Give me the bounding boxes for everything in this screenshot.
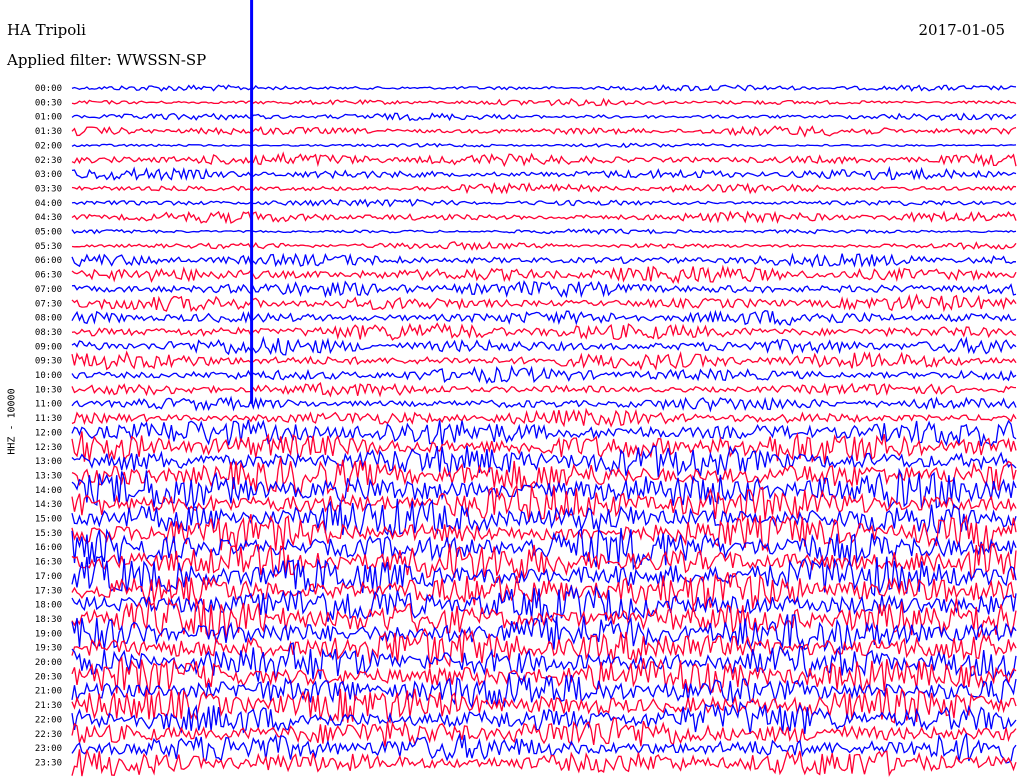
row-tick-label: 07:30 xyxy=(35,299,62,309)
row-tick-label: 08:30 xyxy=(35,328,62,338)
trace-row-2230 xyxy=(71,717,1017,747)
trace-row-1600 xyxy=(71,527,1017,571)
trace-row-0930 xyxy=(71,350,1017,371)
row-tick-label: 21:30 xyxy=(35,701,62,711)
trace-row-0400 xyxy=(71,198,1017,208)
trace-row-1900 xyxy=(71,614,1017,653)
trace-row-1430 xyxy=(71,483,1017,523)
trace-row-0130 xyxy=(71,125,1017,138)
trace-group xyxy=(71,84,1017,777)
trace-row-0900 xyxy=(71,335,1017,356)
row-tick-label: 20:30 xyxy=(35,672,62,682)
row-tick-label: 02:30 xyxy=(35,156,62,166)
row-tick-label: 12:30 xyxy=(35,443,62,453)
row-tick-label: 17:00 xyxy=(35,572,62,582)
trace-row-0430 xyxy=(71,210,1017,225)
trace-row-0700 xyxy=(71,279,1017,299)
row-tick-label: 11:30 xyxy=(35,414,62,424)
row-tick-label: 13:00 xyxy=(35,457,62,467)
row-tick-label: 21:00 xyxy=(35,687,62,697)
trace-row-2330 xyxy=(71,749,1017,777)
row-tick-label: 00:00 xyxy=(35,84,62,94)
row-tick-label: 10:00 xyxy=(35,371,62,381)
trace-row-1000 xyxy=(71,364,1017,385)
row-tick-label: 05:30 xyxy=(35,242,62,252)
row-tick-label: 12:00 xyxy=(35,428,62,438)
trace-row-1400 xyxy=(71,467,1017,511)
row-tick-label: 08:00 xyxy=(35,314,62,324)
row-tick-label: 00:30 xyxy=(35,98,62,108)
trace-row-0000 xyxy=(71,84,1017,92)
row-tick-label: 01:00 xyxy=(35,113,62,123)
row-tick-label: 03:30 xyxy=(35,184,62,194)
row-tick-label: 04:30 xyxy=(35,213,62,223)
trace-row-0630 xyxy=(71,264,1017,285)
row-tick-label: 19:00 xyxy=(35,629,62,639)
row-tick-label: 15:00 xyxy=(35,515,62,525)
row-tick-label: 13:30 xyxy=(35,471,62,481)
row-tick-label: 22:00 xyxy=(35,715,62,725)
row-tick-label: 15:30 xyxy=(35,529,62,539)
row-tick-label: 07:00 xyxy=(35,285,62,295)
row-tick-label: 04:00 xyxy=(35,199,62,209)
row-tick-label: 09:00 xyxy=(35,342,62,352)
row-tick-label: 18:30 xyxy=(35,615,62,625)
row-tick-label: 06:30 xyxy=(35,271,62,281)
trace-row-1700 xyxy=(71,554,1017,597)
trace-row-1030 xyxy=(71,382,1017,398)
trace-row-0030 xyxy=(71,97,1017,107)
row-tick-label: 22:30 xyxy=(35,730,62,740)
trace-row-0300 xyxy=(71,165,1017,182)
row-tick-label: 05:00 xyxy=(35,228,62,238)
trace-row-2300 xyxy=(71,732,1017,764)
row-tick-label: 18:00 xyxy=(35,601,62,611)
row-tick-label: 20:00 xyxy=(35,658,62,668)
row-tick-label: 14:30 xyxy=(35,500,62,510)
trace-row-1130 xyxy=(71,407,1017,428)
row-tick-label: 10:30 xyxy=(35,385,62,395)
row-tick-label: 16:30 xyxy=(35,558,62,568)
row-tick-label: 06:00 xyxy=(35,256,62,266)
trace-row-0600 xyxy=(71,252,1017,269)
row-tick-label: 23:00 xyxy=(35,744,62,754)
trace-row-0100 xyxy=(71,112,1017,122)
trace-row-0330 xyxy=(71,182,1017,195)
trace-row-1100 xyxy=(71,395,1017,413)
row-tick-label: 14:00 xyxy=(35,486,62,496)
row-tick-label: 01:30 xyxy=(35,127,62,137)
trace-row-0230 xyxy=(71,151,1017,168)
row-tick-label: 19:30 xyxy=(35,644,62,654)
helicorder-plot: 00:00 00:30 01:00 01:30 02:00 02:30 03:00 03:30… xyxy=(35,0,1017,777)
trace-row-0800 xyxy=(71,309,1017,326)
row-tick-label: 17:30 xyxy=(35,586,62,596)
trace-row-0530 xyxy=(71,241,1017,251)
trace-row-0500 xyxy=(71,228,1017,235)
row-tick-label: 16:00 xyxy=(35,543,62,553)
row-tick-label: 03:00 xyxy=(35,170,62,180)
tick-label-group: 00:00 00:30 01:00 01:30 02:00 02:30 03:00 03:30… xyxy=(35,84,62,768)
row-tick-label: 09:30 xyxy=(35,357,62,367)
row-tick-label: 11:00 xyxy=(35,400,62,410)
trace-row-0730 xyxy=(71,293,1017,313)
trace-row-1300 xyxy=(71,445,1017,478)
trace-row-0830 xyxy=(71,322,1017,341)
trace-row-0200 xyxy=(71,142,1017,149)
row-tick-label: 02:00 xyxy=(35,141,62,151)
row-tick-label: 23:30 xyxy=(35,758,62,768)
